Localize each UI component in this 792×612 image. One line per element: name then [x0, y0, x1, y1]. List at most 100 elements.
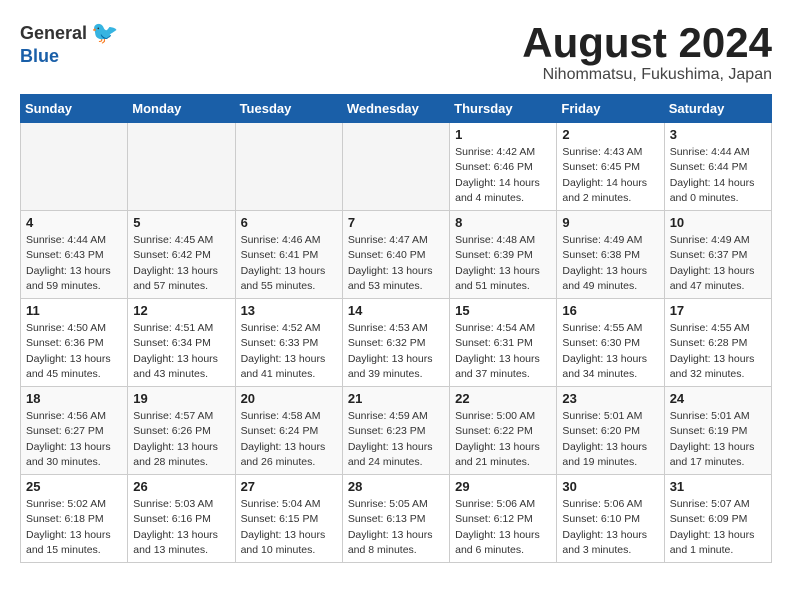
day-number: 8 — [455, 215, 551, 230]
day-number: 11 — [26, 303, 122, 318]
day-number: 16 — [562, 303, 658, 318]
day-info: Sunrise: 5:02 AMSunset: 6:18 PMDaylight:… — [26, 497, 122, 558]
day-cell-19: 19Sunrise: 4:57 AMSunset: 6:26 PMDayligh… — [128, 387, 235, 475]
location-title: Nihommatsu, Fukushima, Japan — [522, 66, 772, 84]
week-row-1: 1 Sunrise: 4:42 AMSunset: 6:46 PMDaylight… — [21, 123, 772, 211]
day-info: Sunrise: 5:04 AMSunset: 6:15 PMDaylight:… — [241, 497, 337, 558]
day-info: Sunrise: 4:58 AMSunset: 6:24 PMDaylight:… — [241, 409, 337, 470]
day-info: Sunrise: 4:49 AMSunset: 6:37 PMDaylight:… — [670, 233, 766, 294]
day-info: Sunrise: 4:44 AMSunset: 6:43 PMDaylight:… — [26, 233, 122, 294]
empty-cell — [342, 123, 449, 211]
day-cell-28: 28 Sunrise: 5:05 AMSunset: 6:13 PMDayligh… — [342, 475, 449, 563]
day-number: 26 — [133, 479, 229, 494]
day-info: Sunrise: 5:07 AMSunset: 6:09 PMDaylight:… — [670, 497, 766, 558]
day-cell-10: 10 Sunrise: 4:49 AMSunset: 6:37 PMDayligh… — [664, 211, 771, 299]
day-info: Sunrise: 4:51 AMSunset: 6:34 PMDaylight:… — [133, 321, 229, 382]
day-cell-15: 15Sunrise: 4:54 AMSunset: 6:31 PMDayligh… — [450, 299, 557, 387]
day-info: Sunrise: 4:57 AMSunset: 6:26 PMDaylight:… — [133, 409, 229, 470]
day-number: 17 — [670, 303, 766, 318]
week-row-4: 18 Sunrise: 4:56 AMSunset: 6:27 PMDayligh… — [21, 387, 772, 475]
day-info: Sunrise: 5:01 AMSunset: 6:20 PMDaylight:… — [562, 409, 658, 470]
week-row-5: 25 Sunrise: 5:02 AMSunset: 6:18 PMDayligh… — [21, 475, 772, 563]
day-cell-21: 21Sunrise: 4:59 AMSunset: 6:23 PMDayligh… — [342, 387, 449, 475]
day-cell-1: 1 Sunrise: 4:42 AMSunset: 6:46 PMDaylight… — [450, 123, 557, 211]
day-number: 9 — [562, 215, 658, 230]
day-cell-8: 8 Sunrise: 4:48 AMSunset: 6:39 PMDaylight… — [450, 211, 557, 299]
week-row-2: 4 Sunrise: 4:44 AMSunset: 6:43 PMDaylight… — [21, 211, 772, 299]
weekday-header-thursday: Thursday — [450, 95, 557, 123]
day-cell-24: 24Sunrise: 5:01 AMSunset: 6:19 PMDayligh… — [664, 387, 771, 475]
day-info: Sunrise: 4:56 AMSunset: 6:27 PMDaylight:… — [26, 409, 122, 470]
day-info: Sunrise: 5:01 AMSunset: 6:19 PMDaylight:… — [670, 409, 766, 470]
day-info: Sunrise: 4:49 AMSunset: 6:38 PMDaylight:… — [562, 233, 658, 294]
weekday-header-wednesday: Wednesday — [342, 95, 449, 123]
day-info: Sunrise: 5:03 AMSunset: 6:16 PMDaylight:… — [133, 497, 229, 558]
day-number: 4 — [26, 215, 122, 230]
day-info: Sunrise: 5:00 AMSunset: 6:22 PMDaylight:… — [455, 409, 551, 470]
day-number: 2 — [562, 127, 658, 142]
day-info: Sunrise: 4:46 AMSunset: 6:41 PMDaylight:… — [241, 233, 337, 294]
day-cell-9: 9 Sunrise: 4:49 AMSunset: 6:38 PMDaylight… — [557, 211, 664, 299]
day-info: Sunrise: 4:55 AMSunset: 6:30 PMDaylight:… — [562, 321, 658, 382]
day-number: 21 — [348, 391, 444, 406]
day-cell-27: 27 Sunrise: 5:04 AMSunset: 6:15 PMDayligh… — [235, 475, 342, 563]
weekday-header-saturday: Saturday — [664, 95, 771, 123]
day-cell-18: 18 Sunrise: 4:56 AMSunset: 6:27 PMDayligh… — [21, 387, 128, 475]
weekday-header-monday: Monday — [128, 95, 235, 123]
logo-bird-icon: 🐦 — [91, 20, 118, 46]
day-cell-30: 30Sunrise: 5:06 AMSunset: 6:10 PMDayligh… — [557, 475, 664, 563]
day-cell-13: 13Sunrise: 4:52 AMSunset: 6:33 PMDayligh… — [235, 299, 342, 387]
day-number: 3 — [670, 127, 766, 142]
day-number: 15 — [455, 303, 551, 318]
day-number: 6 — [241, 215, 337, 230]
day-info: Sunrise: 4:48 AMSunset: 6:39 PMDaylight:… — [455, 233, 551, 294]
day-cell-4: 4 Sunrise: 4:44 AMSunset: 6:43 PMDaylight… — [21, 211, 128, 299]
day-cell-23: 23 Sunrise: 5:01 AMSunset: 6:20 PMDayligh… — [557, 387, 664, 475]
day-info: Sunrise: 4:42 AMSunset: 6:46 PMDaylight:… — [455, 145, 551, 206]
day-number: 18 — [26, 391, 122, 406]
day-info: Sunrise: 4:45 AMSunset: 6:42 PMDaylight:… — [133, 233, 229, 294]
day-number: 27 — [241, 479, 337, 494]
day-info: Sunrise: 5:05 AMSunset: 6:13 PMDaylight:… — [348, 497, 444, 558]
day-cell-3: 3 Sunrise: 4:44 AMSunset: 6:44 PMDaylight… — [664, 123, 771, 211]
weekday-header-tuesday: Tuesday — [235, 95, 342, 123]
day-number: 10 — [670, 215, 766, 230]
day-cell-5: 5 Sunrise: 4:45 AMSunset: 6:42 PMDaylight… — [128, 211, 235, 299]
day-info: Sunrise: 4:50 AMSunset: 6:36 PMDaylight:… — [26, 321, 122, 382]
logo-blue-text: Blue — [20, 46, 59, 67]
day-info: Sunrise: 4:43 AMSunset: 6:45 PMDaylight:… — [562, 145, 658, 206]
day-number: 20 — [241, 391, 337, 406]
day-number: 28 — [348, 479, 444, 494]
day-cell-26: 26 Sunrise: 5:03 AMSunset: 6:16 PMDayligh… — [128, 475, 235, 563]
day-info: Sunrise: 4:55 AMSunset: 6:28 PMDaylight:… — [670, 321, 766, 382]
day-number: 31 — [670, 479, 766, 494]
day-info: Sunrise: 4:53 AMSunset: 6:32 PMDaylight:… — [348, 321, 444, 382]
day-number: 5 — [133, 215, 229, 230]
day-cell-6: 6 Sunrise: 4:46 AMSunset: 6:41 PMDaylight… — [235, 211, 342, 299]
empty-cell — [21, 123, 128, 211]
day-number: 29 — [455, 479, 551, 494]
day-number: 30 — [562, 479, 658, 494]
day-cell-20: 20 Sunrise: 4:58 AMSunset: 6:24 PMDayligh… — [235, 387, 342, 475]
weekday-header-sunday: Sunday — [21, 95, 128, 123]
day-info: Sunrise: 4:47 AMSunset: 6:40 PMDaylight:… — [348, 233, 444, 294]
day-cell-14: 14 Sunrise: 4:53 AMSunset: 6:32 PMDayligh… — [342, 299, 449, 387]
day-number: 7 — [348, 215, 444, 230]
logo: General 🐦 Blue — [20, 20, 118, 67]
day-cell-2: 2 Sunrise: 4:43 AMSunset: 6:45 PMDaylight… — [557, 123, 664, 211]
day-info: Sunrise: 4:44 AMSunset: 6:44 PMDaylight:… — [670, 145, 766, 206]
day-cell-29: 29Sunrise: 5:06 AMSunset: 6:12 PMDayligh… — [450, 475, 557, 563]
day-number: 13 — [241, 303, 337, 318]
day-number: 1 — [455, 127, 551, 142]
weekday-header-friday: Friday — [557, 95, 664, 123]
day-number: 23 — [562, 391, 658, 406]
day-number: 14 — [348, 303, 444, 318]
day-cell-12: 12 Sunrise: 4:51 AMSunset: 6:34 PMDayligh… — [128, 299, 235, 387]
day-cell-25: 25 Sunrise: 5:02 AMSunset: 6:18 PMDayligh… — [21, 475, 128, 563]
calendar-table: SundayMondayTuesdayWednesdayThursdayFrid… — [20, 94, 772, 563]
title-area: August 2024 Nihommatsu, Fukushima, Japan — [522, 20, 772, 84]
day-cell-22: 22Sunrise: 5:00 AMSunset: 6:22 PMDayligh… — [450, 387, 557, 475]
day-number: 25 — [26, 479, 122, 494]
day-number: 12 — [133, 303, 229, 318]
day-cell-31: 31 Sunrise: 5:07 AMSunset: 6:09 PMDayligh… — [664, 475, 771, 563]
